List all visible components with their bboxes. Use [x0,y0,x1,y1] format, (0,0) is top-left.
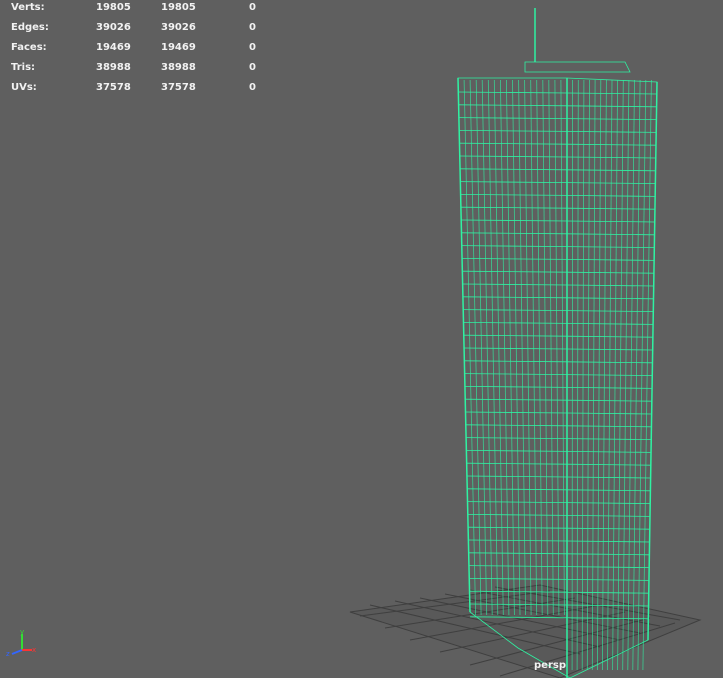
viewport-canvas[interactable] [0,0,723,678]
floor-line [468,565,650,568]
axis-y-label: y [20,628,24,636]
mullion-line [512,79,521,616]
floor-line [459,142,657,146]
hud-value: 37578 [96,82,131,93]
mullion-line [536,79,543,616]
floor-line [462,283,654,287]
floor-line [468,552,650,556]
floor-line [458,104,657,108]
axis-z-label: z [6,650,10,658]
mullion-line [548,79,554,616]
hud-value: 38988 [161,62,196,73]
floor-line [462,296,654,300]
floor-line [460,181,656,184]
floor-line [464,386,653,389]
hud-label: UVs: [11,82,37,93]
hud-value: 0 [249,42,256,53]
floor-line [463,334,653,338]
floor-line [460,194,656,197]
camera-label: persp [534,660,566,671]
poly-count-hud: Verts: 19805 19805 0 Edges: 39026 39026 … [11,1,271,101]
mullion-line [475,79,488,616]
xyz-axis-gizmo-icon: y x z [6,628,36,658]
floor-line [459,130,657,133]
floor-line [467,514,651,517]
floor-line [458,91,657,95]
floor-line [465,398,652,402]
hud-value: 19805 [161,2,196,13]
floor-line [467,488,651,492]
mullion-line [642,79,652,671]
mullion-line [571,79,573,671]
hud-row: Edges: 39026 39026 0 [11,21,271,41]
floor-line [466,437,652,440]
hud-row: Tris: 38988 38988 0 [11,61,271,81]
floor-line [463,309,654,312]
hud-row: Faces: 19469 19469 0 [11,41,271,61]
hud-value: 37578 [161,82,196,93]
mullion-line [481,79,493,616]
hud-value: 0 [249,82,256,93]
floor-line [465,411,652,415]
hud-value: 19805 [96,2,131,13]
hud-label: Verts: [11,2,45,13]
floor-line [468,526,650,530]
floor-line [467,501,651,504]
floor-line [464,360,653,364]
floor-line [464,347,653,351]
mullion-line [542,79,549,616]
floor-line [466,462,651,466]
hud-value: 38988 [96,62,131,73]
floor-line [459,155,656,159]
mullion-line [554,79,560,616]
floor-line [466,475,651,479]
floor-line [462,270,654,274]
hud-value: 0 [249,62,256,73]
floor-line [466,450,652,453]
mullion-line [524,79,532,616]
hud-row: Verts: 19805 19805 0 [11,1,271,21]
floor-line [464,373,653,376]
floor-line [461,232,655,236]
hud-value: 19469 [161,42,196,53]
floor-line [463,322,654,325]
mullion-line [469,79,482,616]
mullion-line [560,79,565,616]
hud-row: UVs: 37578 37578 0 [11,81,271,101]
hud-label: Tris: [11,62,36,73]
hud-value: 39026 [161,22,196,33]
floor-line [458,117,657,120]
mullion-line [518,79,526,616]
hud-label: Edges: [11,22,49,33]
hud-value: 39026 [96,22,131,33]
floor-line [460,206,656,210]
hud-value: 19469 [96,42,131,53]
floor-line [468,539,650,543]
hud-value: 0 [249,2,256,13]
floor-line [465,424,652,428]
building-wireframe[interactable] [457,8,658,678]
axis-x-label: x [32,646,36,654]
floor-line [461,245,655,248]
floor-line [462,258,655,261]
mullion-line [530,79,538,616]
floor-line [461,219,655,223]
mullion-line [463,79,476,616]
floor-line [459,168,656,172]
mullion-line [487,79,499,616]
hud-label: Faces: [11,42,47,53]
hud-value: 0 [249,22,256,33]
floor-line [469,578,650,581]
